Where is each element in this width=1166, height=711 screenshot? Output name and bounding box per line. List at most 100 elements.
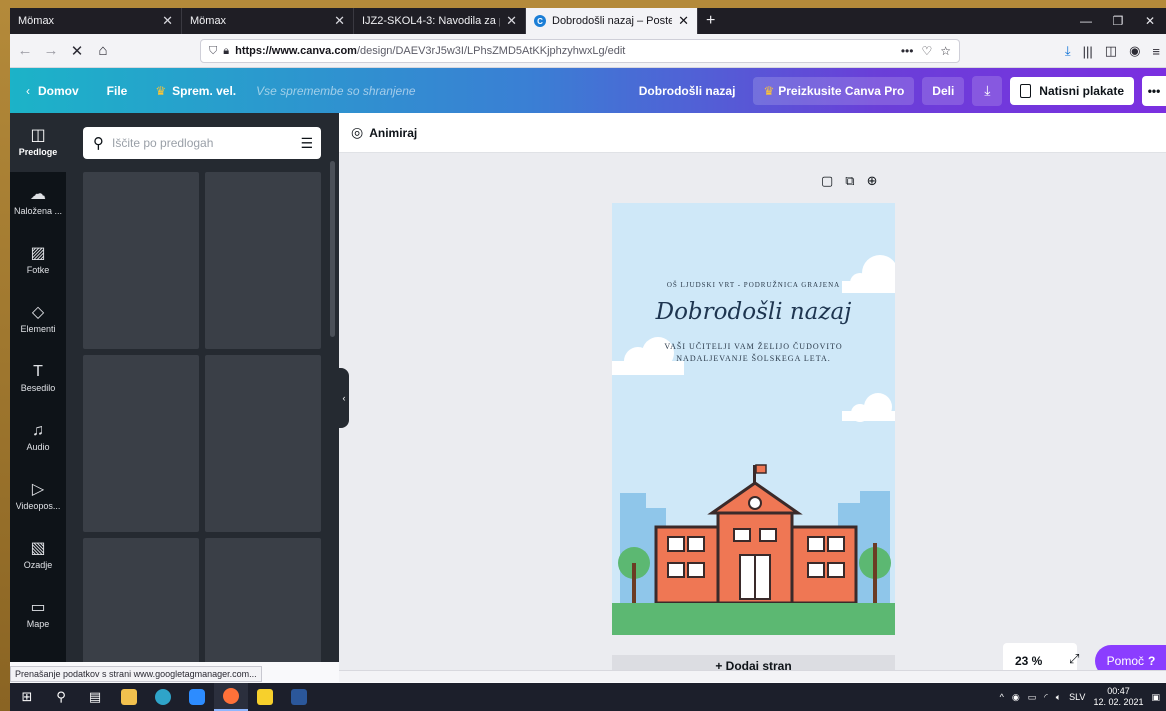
- template-search-input[interactable]: [112, 136, 282, 150]
- close-tab-icon[interactable]: ✕: [162, 13, 173, 29]
- duplicate-page-icon[interactable]: ⧉: [845, 173, 854, 189]
- design-title[interactable]: Dobrodošli nazaj: [639, 84, 736, 98]
- filter-sliders-icon[interactable]: ☰: [300, 135, 313, 152]
- more-options-button[interactable]: •••: [1142, 75, 1166, 106]
- file-explorer-icon[interactable]: [112, 683, 146, 711]
- resize-button[interactable]: ♛ Sprem. vel.: [155, 84, 236, 98]
- browser-tab-1[interactable]: Mömax ✕: [10, 8, 182, 34]
- poster-artwork: [612, 203, 895, 635]
- animate-button[interactable]: ◎ Animiraj: [351, 124, 417, 141]
- template-thumbnail[interactable]: [205, 355, 321, 532]
- browser-tab-3[interactable]: IJZ2-SKOL4-3: Navodila za priprav ✕: [354, 8, 526, 34]
- home-label: Domov: [38, 83, 79, 98]
- sidebar-item-background-hatch[interactable]: ▧ Ozadje: [10, 526, 66, 585]
- forward-arrow-icon[interactable]: →: [40, 40, 62, 62]
- editor-toolbar: ◎ Animiraj: [339, 113, 1166, 153]
- sidebar-item-image[interactable]: ▨ Fotke: [10, 231, 66, 290]
- sidebar-item-music-note[interactable]: ♫ Audio: [10, 408, 66, 467]
- templates-icon: ◫: [30, 127, 46, 144]
- sidebar-toggle-icon[interactable]: ◫: [1105, 43, 1117, 59]
- poster-canvas[interactable]: OŠ LJUDSKI VRT - PODRUŽNICA GRAJENA Dobr…: [612, 203, 895, 635]
- try-pro-button[interactable]: ♛ Preizkusite Canva Pro: [753, 76, 915, 105]
- page-actions-more[interactable]: •••: [901, 44, 914, 58]
- poster-message[interactable]: VAŠI UČITELJI VAM ŽELIJO ČUDOVITO NADALJ…: [612, 341, 895, 365]
- sidebar-item-label: Besedilo: [20, 383, 56, 393]
- close-window-icon[interactable]: ✕: [1134, 8, 1166, 34]
- close-tab-icon[interactable]: ✕: [334, 13, 345, 29]
- sidebar-item-folder[interactable]: ▭ Mape: [10, 585, 66, 644]
- volume-icon[interactable]: 🔈︎: [1056, 692, 1061, 703]
- search-icon[interactable]: ⚲: [44, 683, 78, 711]
- page-note-icon[interactable]: ▢: [821, 173, 833, 189]
- address-bar-actions: ••• ♡ ☆: [901, 44, 951, 58]
- poster-grass: [612, 603, 895, 635]
- sidebar-item-upload-cloud[interactable]: ☁ Naložena ...: [10, 172, 66, 231]
- windows-start-icon[interactable]: ⊞: [10, 683, 44, 711]
- template-thumbnail[interactable]: [83, 538, 199, 662]
- library-icon[interactable]: |||: [1083, 44, 1093, 59]
- back-arrow-icon[interactable]: ←: [14, 40, 36, 62]
- template-thumbnail[interactable]: [83, 355, 199, 532]
- tray-expand-icon[interactable]: ^: [1000, 692, 1004, 702]
- menu-hamburger-icon[interactable]: ≡: [1152, 44, 1160, 59]
- templates-panel: ⚲ ☰: [66, 113, 339, 662]
- close-tab-icon[interactable]: ✕: [678, 13, 689, 29]
- edge-browser-icon[interactable]: [146, 683, 180, 711]
- download-icon[interactable]: ⤓: [972, 75, 1003, 106]
- sidebar-item-text[interactable]: T Besedilo: [10, 349, 66, 408]
- design-editor: ◎ Animiraj ▢ ⧉ ⊕ OŠ LJUDSKI VRT - PODRUŽ…: [339, 113, 1166, 679]
- save-status: Vse spremembe so shranjene: [256, 83, 416, 98]
- sticky-notes-icon[interactable]: [248, 683, 282, 711]
- share-button[interactable]: Deli: [922, 76, 965, 105]
- clock[interactable]: 00:47 12. 02. 2021: [1093, 686, 1143, 708]
- url-path: /design/DAEV3rJ5w3I/LPhsZMD5AtKKjphzyhwx…: [356, 45, 626, 57]
- new-tab-button[interactable]: +: [698, 8, 723, 34]
- battery-icon[interactable]: ▭: [1028, 692, 1037, 703]
- wifi-icon[interactable]: ◜: [1044, 692, 1048, 703]
- downloads-icon[interactable]: ⤓: [1065, 43, 1071, 59]
- canva-favicon-icon: C: [534, 15, 546, 27]
- notifications-icon[interactable]: ▣: [1151, 692, 1160, 703]
- print-posters-button[interactable]: Natisni plakate: [1010, 76, 1134, 105]
- restore-icon[interactable]: ❐: [1102, 8, 1134, 34]
- template-thumbnail[interactable]: [205, 172, 321, 349]
- panel-scrollbar[interactable]: [330, 161, 335, 337]
- bookmark-star-icon[interactable]: ☆: [940, 44, 951, 58]
- browser-tab-2[interactable]: Mömax ✕: [182, 8, 354, 34]
- template-thumbnail[interactable]: [83, 172, 199, 349]
- sidebar-item-shapes[interactable]: ◇ Elementi: [10, 290, 66, 349]
- add-page-icon[interactable]: ⊕: [867, 173, 878, 189]
- browser-tab-active[interactable]: C Dobrodošli nazaj – Poster ✕: [526, 8, 698, 34]
- network-icon[interactable]: ◉: [1012, 692, 1020, 703]
- word-icon[interactable]: [282, 683, 316, 711]
- address-bar[interactable]: ⛉ 🔒︎ https://www.canva.com/design/DAEV3r…: [200, 39, 960, 63]
- browser-nav-bar: ← → ✕ ⌂ ⛉ 🔒︎ https://www.canva.com/desig…: [10, 34, 1166, 68]
- poster-headline[interactable]: Dobrodošli nazaj: [612, 299, 895, 325]
- firefox-icon[interactable]: [214, 683, 248, 711]
- windows-taskbar: ⊞ ⚲ ▤ ^ ◉ ▭ ◜ 🔈︎ SLV 00:47 12. 02. 2021 …: [10, 683, 1166, 711]
- sidebar-item-label: Ozadje: [23, 560, 53, 570]
- lock-icon[interactable]: 🔒︎: [223, 45, 229, 58]
- account-icon[interactable]: ◉: [1129, 43, 1140, 59]
- stop-loading-icon[interactable]: ✕: [66, 40, 88, 62]
- file-menu[interactable]: File: [107, 84, 128, 98]
- resize-label: Sprem. vel.: [172, 83, 237, 98]
- sidebar-item-label: Audio: [26, 442, 50, 452]
- fullscreen-expand-icon[interactable]: ⤢: [1069, 651, 1079, 667]
- close-tab-icon[interactable]: ✕: [506, 13, 517, 29]
- pocket-icon[interactable]: ♡: [921, 44, 932, 58]
- home-icon[interactable]: ⌂: [92, 40, 114, 62]
- input-language[interactable]: SLV: [1069, 692, 1085, 702]
- task-view-icon[interactable]: ▤: [78, 683, 112, 711]
- sidebar-item-video[interactable]: ▷ Videopos...: [10, 467, 66, 526]
- collapse-panel-handle[interactable]: ‹: [339, 368, 349, 428]
- horizontal-scrollbar[interactable]: [339, 670, 1166, 682]
- sidebar-item-templates[interactable]: ◫ Predloge: [10, 113, 66, 172]
- template-thumbnail[interactable]: [205, 538, 321, 662]
- zoom-app-icon[interactable]: [180, 683, 214, 711]
- minimize-icon[interactable]: —: [1070, 8, 1102, 34]
- poster-school-name[interactable]: OŠ LJUDSKI VRT - PODRUŽNICA GRAJENA: [612, 281, 895, 289]
- tracking-shield-icon[interactable]: ⛉: [209, 45, 217, 58]
- home-link[interactable]: ‹ Domov: [26, 84, 79, 98]
- crown-icon: ♛: [155, 83, 167, 98]
